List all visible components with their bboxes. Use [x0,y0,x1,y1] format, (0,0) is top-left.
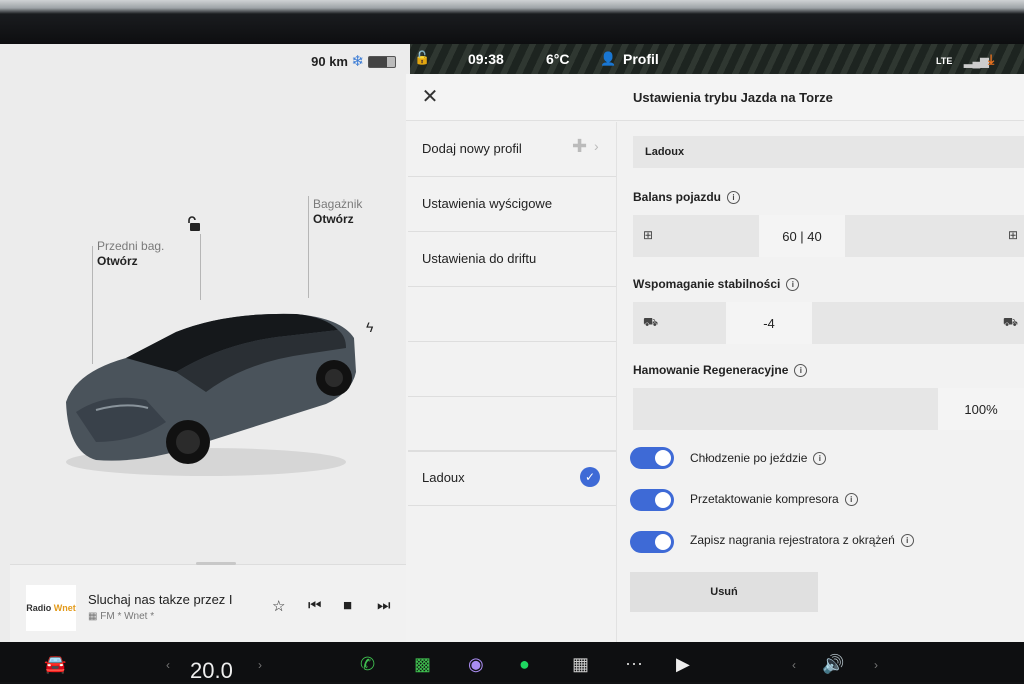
volume-icon[interactable]: 🔊 [822,654,844,675]
profile-icon[interactable]: 👤 [600,51,616,67]
plus-icon: ✚ [572,136,588,156]
bottom-dock: 🚘 ‹ 20.0 › ✆ ▩ ◉ ● ▦ ⋯ ▶ ‹ 🔊 › [0,642,1024,684]
profile-item-empty [408,287,616,342]
lock-leader [200,234,201,300]
volume-down-chevron-icon[interactable]: ‹ [792,658,796,672]
profile-settings: Ladoux Balans pojazdu i ⊞ 60 | 40 ⊞ Wspom… [616,122,1024,642]
temp-down-chevron-icon[interactable]: ‹ [166,658,170,672]
balance-label: Balans pojazdu i [633,190,741,204]
profile-label[interactable]: Profil [623,51,659,67]
info-icon[interactable]: i [900,534,914,547]
status-bar: 🔓 09:38 6°C 👤 Profil LTE ▂▄▆ ⤓ [406,44,1024,74]
dialog-header: ✕ Ustawienia trybu Jazda na Torze [406,74,1024,121]
car-panel: 90 km ❄ Przedni bag. Otwórz Bagażnik Otw… [0,44,410,643]
frunk-open-button[interactable]: Otwórz [97,254,164,269]
charge-port-icon[interactable]: ϟ [366,319,373,335]
stability-label: Wspomaganie stabilności i [633,277,800,291]
spotify-icon[interactable]: ● [519,654,530,675]
balance-slider-thumb[interactable]: 60 | 40 [759,215,845,257]
info-icon[interactable]: i [786,278,800,291]
close-icon[interactable]: ✕ [420,84,440,108]
energy-app-icon[interactable]: ▩ [414,654,431,675]
media-drag-handle[interactable] [196,562,236,565]
clock: 09:38 [468,51,504,67]
delete-profile-button[interactable]: Usuń [630,572,818,612]
battery-icon [368,56,396,68]
car-rear-icon: ⛟ [1002,315,1018,329]
profile-item[interactable]: Ustawienia wyścigowe [408,177,616,232]
rear-axle-icon: ⊞ [1007,228,1018,242]
range: 90 km [311,54,348,69]
media-title: Sluchaj nas takze przez I [88,592,233,607]
unlock-icon[interactable]: 🔓 [414,50,430,66]
dialog-title: Ustawienia trybu Jazda na Torze [633,90,833,105]
profile-item-empty [408,342,616,397]
track-mode-settings-dialog: ✕ Ustawienia trybu Jazda na Torze Dodaj … [406,74,1024,642]
stop-icon[interactable]: ■ [343,597,352,614]
favorite-star-icon[interactable]: ☆ [272,597,285,615]
trunk-label: Bagażnik [313,197,363,211]
info-icon[interactable]: i [813,452,827,465]
temp-up-chevron-icon[interactable]: › [258,658,262,672]
info-icon[interactable]: i [844,493,858,506]
stability-slider[interactable]: ⛟ -4 ⛟ [633,302,1024,344]
cooldown-label: Chłodzenie po jeździe i [690,451,827,465]
car-illustration [66,313,356,476]
car-icon[interactable]: 🚘 [44,654,66,675]
regen-slider[interactable]: 100% [633,388,1024,430]
download-icon[interactable]: ⤓ [988,51,994,68]
stability-slider-thumb[interactable]: -4 [726,302,812,344]
cabin-temperature[interactable]: 20.0 [190,658,233,684]
profile-item-selected[interactable]: Ladoux ✓ [408,450,616,506]
signal-bars-icon: ▂▄▆ [964,56,989,68]
frunk-label: Przedni bag. [97,239,165,253]
profile-list: Dodaj nowy profil ✚ › Ustawienia wyścigo… [408,122,617,642]
profile-item[interactable]: Ustawienia do driftu [408,232,616,287]
lap-recording-label: Zapisz nagrania rejestratora z okrążeń i [690,533,914,547]
checkmark-icon: ✓ [580,467,600,487]
more-apps-icon[interactable]: ⋯ [625,654,643,675]
balance-slider[interactable]: ⊞ 60 | 40 ⊞ [633,215,1024,257]
trunk-open-button[interactable]: Otwórz [313,212,362,227]
regen-slider-thumb[interactable]: 100% [938,388,1024,430]
screen-bezel [0,0,1024,44]
profile-name-field[interactable]: Ladoux [633,136,1024,168]
outside-temperature: 6°C [546,51,570,67]
media-app-icon[interactable]: ▶ [676,654,690,675]
info-icon[interactable]: i [794,364,808,377]
trunk-leader [308,196,309,298]
station-logo: Radio Wnet [26,585,76,631]
camera-app-icon[interactable]: ◉ [468,654,484,675]
profile-item-empty [408,397,616,452]
media-player: Radio Wnet Sluchaj nas takze przez I ▦ F… [10,562,410,643]
calendar-app-icon[interactable]: ▦ [572,654,589,675]
trunk-callout[interactable]: Bagażnik Otwórz [313,197,362,227]
chevron-right-icon: › [594,138,599,154]
next-track-icon[interactable]: ⏭ [377,597,391,614]
previous-track-icon[interactable]: ⏮ [308,597,322,614]
front-axle-icon: ⊞ [643,228,654,242]
compressor-toggle[interactable] [630,489,674,511]
unlocked-padlock-icon[interactable] [187,216,203,232]
lte-signal: LTE [936,56,953,66]
phone-icon[interactable]: ✆ [360,654,375,675]
cooldown-toggle[interactable] [630,447,674,469]
regen-label: Hamowanie Regeneracyjne i [633,363,808,377]
frunk-callout[interactable]: Przedni bag. Otwórz [97,239,164,269]
add-profile-row[interactable]: Dodaj nowy profil ✚ › [408,122,616,177]
lap-recording-toggle[interactable] [630,531,674,553]
info-icon[interactable]: i [727,191,741,204]
compressor-label: Przetaktowanie kompresora i [690,492,858,506]
volume-up-chevron-icon[interactable]: › [874,658,878,672]
snowflake-icon: ❄ [351,53,364,70]
traction-icon: ⛟ [643,315,659,329]
media-subtitle: ▦ FM * Wnet * [88,611,155,622]
